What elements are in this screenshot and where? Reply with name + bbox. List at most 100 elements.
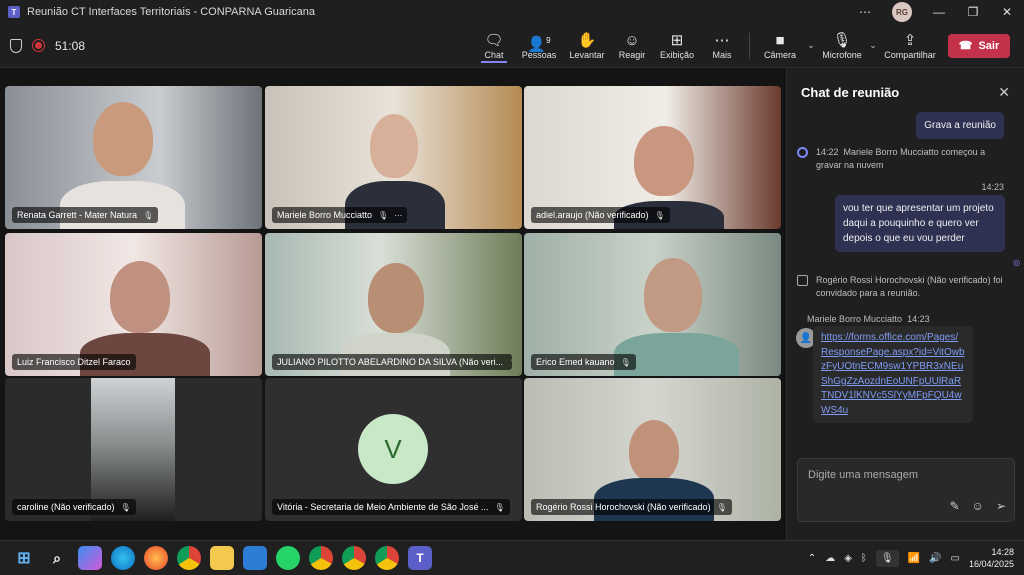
shield-icon[interactable] (10, 38, 22, 53)
recording-icon (32, 39, 45, 52)
chrome-icon[interactable] (342, 546, 366, 570)
participant-tile[interactable]: Rogério Rossi Horochovski (Não verificad… (524, 378, 781, 521)
chat-message-self: vou ter que apresentar um projeto daqui … (835, 195, 1005, 252)
participant-name-label: Renata Garrett - Mater Natura 🎙 (12, 207, 159, 223)
participant-video (370, 114, 418, 178)
chrome-icon[interactable] (375, 546, 399, 570)
windows-start-icon[interactable]: ⊞ (12, 546, 36, 570)
store-icon[interactable] (243, 546, 267, 570)
chat-button[interactable]: 🗨 Chat (473, 24, 515, 68)
close-icon[interactable]: ✕ (998, 84, 1010, 101)
window-title: Reunião CT Interfaces Territoriais - CON… (27, 6, 315, 18)
wifi-icon[interactable]: 📶 (908, 553, 920, 564)
invite-icon (797, 275, 808, 286)
chrome-icon[interactable] (177, 546, 201, 570)
react-icon: ☺ (624, 31, 640, 49)
bluetooth-icon[interactable]: ᛒ (861, 553, 867, 564)
participant-tile[interactable]: Erico Emed kauano 🎙 (524, 233, 781, 376)
mic-off-icon: 🎙 (509, 358, 512, 367)
participant-video (368, 263, 424, 333)
message-compose-box[interactable]: Digite uma mensagem ✎ ☺ ➢ (797, 458, 1015, 522)
mic-off-icon: 🎙 (716, 503, 727, 512)
participant-avatar: V (358, 414, 428, 484)
raise-hand-icon: ✋ (577, 31, 597, 49)
teams-icon[interactable]: T (408, 546, 432, 570)
copilot-icon[interactable] (78, 546, 102, 570)
window-titlebar: T Reunião CT Interfaces Territoriais - C… (0, 0, 1024, 24)
chevron-up-icon[interactable]: ⌃ (808, 553, 816, 564)
participant-name-label: Rogério Rossi Horochovski (Não verificad… (531, 499, 732, 515)
share-icon: ⇪ (903, 31, 917, 49)
participant-name-label: JULIANO PILOTTO ABELARDINO DA SILVA (Não… (272, 354, 512, 370)
participant-tile[interactable]: caroline (Não verificado) 🎙 (5, 378, 262, 521)
participant-name-label: Erico Emed kauano 🎙 (531, 354, 636, 370)
toolbar-divider (749, 32, 750, 59)
edge-icon[interactable] (111, 546, 135, 570)
windows-taskbar: ⊞ ⌕ T ⌃ ☁ ◈ ᛒ 🎙 📶 🔊 ▭ 14:28 16/04/2025 (0, 540, 1024, 575)
volume-icon[interactable]: 🔊 (929, 553, 941, 564)
compose-placeholder[interactable]: Digite uma mensagem (808, 469, 918, 481)
people-button[interactable]: 👤9 Pessoas (515, 24, 563, 68)
meeting-toolbar: 51:08 🗨 Chat 👤9 Pessoas ✋ Levantar ☺ Rea… (0, 24, 1024, 68)
react-button[interactable]: ☺ Reagir (611, 24, 653, 68)
participant-video (644, 258, 702, 332)
close-window-button[interactable]: ✕ (990, 0, 1024, 24)
mic-options-chevron-icon[interactable]: ⌄ (866, 40, 880, 51)
participant-tile[interactable]: adiel.araujo (Não verificado) 🎙 (524, 86, 781, 229)
user-avatar[interactable]: RG (892, 2, 912, 22)
participant-video (634, 126, 694, 196)
more-options-icon[interactable]: ⋯ (848, 0, 882, 24)
chat-icon: 🗨 (484, 31, 504, 49)
participant-video (93, 102, 153, 176)
system-tray: ⌃ ☁ ◈ ᛒ 🎙 📶 🔊 ▭ 14:28 16/04/2025 (808, 546, 1024, 570)
participant-tile[interactable]: Luiz Francisco Ditzel Faraco (5, 233, 262, 376)
participant-tile[interactable]: V Vitória - Secretaria de Meio Ambiente … (265, 378, 522, 521)
more-button[interactable]: ⋯ Mais (701, 24, 743, 68)
participant-tile[interactable]: JULIANO PILOTTO ABELARDINO DA SILVA (Não… (265, 233, 522, 376)
people-icon: 👤9 (527, 35, 551, 53)
file-explorer-icon[interactable] (210, 546, 234, 570)
mic-off-icon: 🎙 (832, 31, 852, 49)
participant-video (629, 420, 679, 482)
mic-off-icon: 🎙 (378, 211, 389, 220)
taskbar-clock[interactable]: 14:28 16/04/2025 (969, 546, 1014, 570)
system-message: Rogério Rossi Horochovski (Não verificad… (797, 274, 1009, 300)
emoji-icon[interactable]: ☺ (972, 499, 984, 513)
view-icon: ⊞ (670, 31, 684, 49)
chat-message-other: https://forms.office.com/Pages/ResponseP… (813, 326, 973, 423)
leave-button[interactable]: ☎ Sair (948, 33, 1010, 58)
whatsapp-icon[interactable] (276, 546, 300, 570)
format-icon[interactable]: ✎ (950, 499, 960, 513)
participant-name-label: Luiz Francisco Ditzel Faraco (12, 354, 136, 370)
battery-icon[interactable]: ▭ (951, 553, 960, 564)
video-stage: Renata Garrett - Mater Natura 🎙 Mariele B… (0, 68, 786, 540)
firefox-icon[interactable] (144, 546, 168, 570)
participant-name-label: Mariele Borro Mucciatto 🎙 ⋯ (272, 207, 408, 223)
restore-button[interactable]: ❐ (956, 0, 990, 24)
search-icon[interactable]: ⌕ (45, 546, 69, 570)
raise-hand-button[interactable]: ✋ Levantar (563, 24, 611, 68)
chat-title: Chat de reunião (801, 84, 900, 100)
message-link[interactable]: https://forms.office.com/Pages/ResponseP… (821, 332, 965, 416)
phone-hangup-icon: ☎ (958, 40, 973, 52)
app-tray-icon[interactable]: ◈ (844, 553, 852, 564)
send-icon[interactable]: ➢ (996, 499, 1006, 513)
microphone-button[interactable]: 🎙 Microfone (818, 24, 866, 68)
camera-button[interactable]: ■ Câmera (756, 24, 804, 68)
recording-status-icon (797, 147, 808, 158)
chat-header: Chat de reunião ✕ (787, 68, 1024, 116)
teams-app-icon: T (8, 6, 20, 18)
message-header: Mariele Borro Mucciatto 14:23 (807, 314, 930, 324)
network-tray-icon[interactable]: ☁ (825, 553, 835, 564)
view-button[interactable]: ⊞ Exibição (653, 24, 701, 68)
share-button[interactable]: ⇪ Compartilhar (880, 24, 940, 68)
participant-name-label: Vitória - Secretaria de Meio Ambiente de… (272, 499, 510, 515)
minimize-button[interactable]: — (922, 0, 956, 24)
more-icon: ⋯ (394, 211, 403, 220)
message-timestamp: 14:23 (981, 182, 1004, 192)
participant-tile[interactable]: Mariele Borro Mucciatto 🎙 ⋯ (265, 86, 522, 229)
camera-options-chevron-icon[interactable]: ⌄ (804, 40, 818, 51)
mic-muted-tray-icon[interactable]: 🎙 (875, 549, 899, 567)
chrome-profile-icon[interactable] (309, 546, 333, 570)
participant-tile[interactable]: Renata Garrett - Mater Natura 🎙 (5, 86, 262, 229)
